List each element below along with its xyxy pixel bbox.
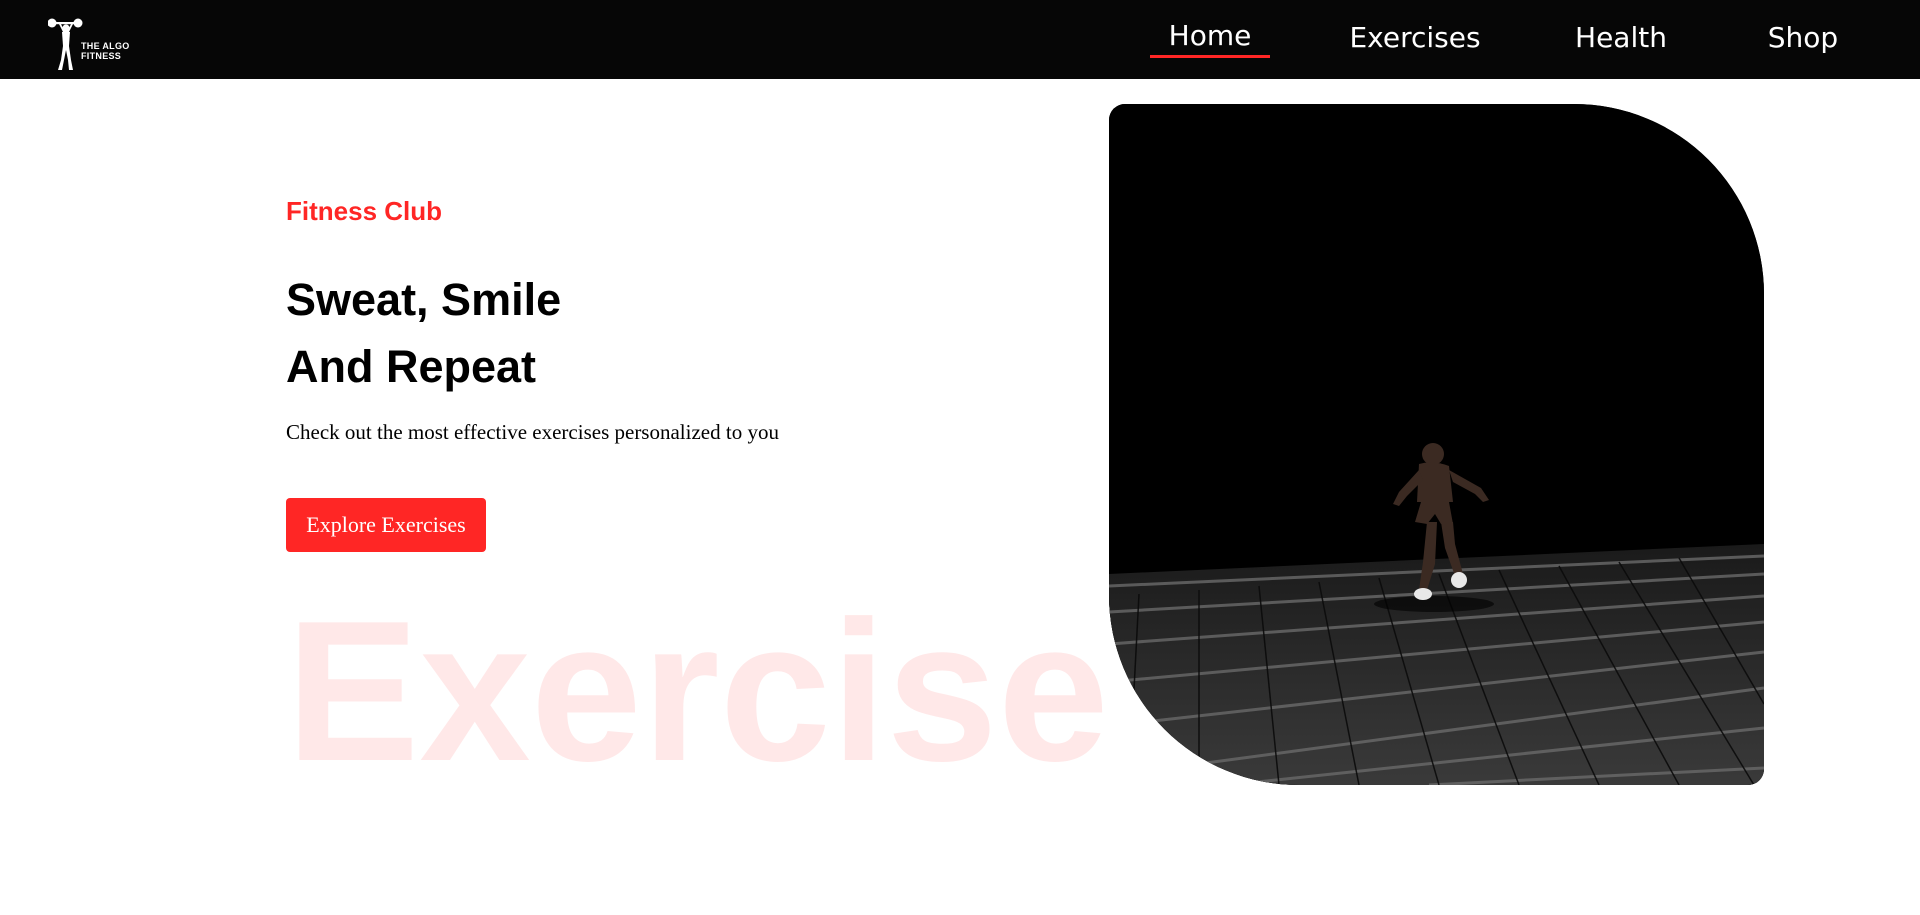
nav-health[interactable]: Health xyxy=(1566,18,1676,60)
nav-exercises[interactable]: Exercises xyxy=(1346,18,1484,60)
headline-line-1: Sweat, Smile xyxy=(286,274,562,325)
hero-photo-runner xyxy=(1109,104,1764,785)
nav-shop[interactable]: Shop xyxy=(1758,18,1848,60)
headline-line-2: And Repeat xyxy=(286,341,537,392)
hero-headline: Sweat, Smile And Repeat xyxy=(286,266,561,400)
main-nav: Home Exercises Health Shop xyxy=(0,0,1920,79)
watermark-text: Exercise xyxy=(286,580,1109,803)
explore-exercises-button[interactable]: Explore Exercises xyxy=(286,498,486,552)
hero-subtext: Check out the most effective exercises p… xyxy=(286,420,779,444)
top-navbar: THE ALGO FITNESS Home Exercises Health S… xyxy=(0,0,1920,79)
hero-eyebrow: Fitness Club xyxy=(286,196,443,226)
nav-home[interactable]: Home xyxy=(1150,16,1270,58)
hero-image xyxy=(1109,104,1764,785)
